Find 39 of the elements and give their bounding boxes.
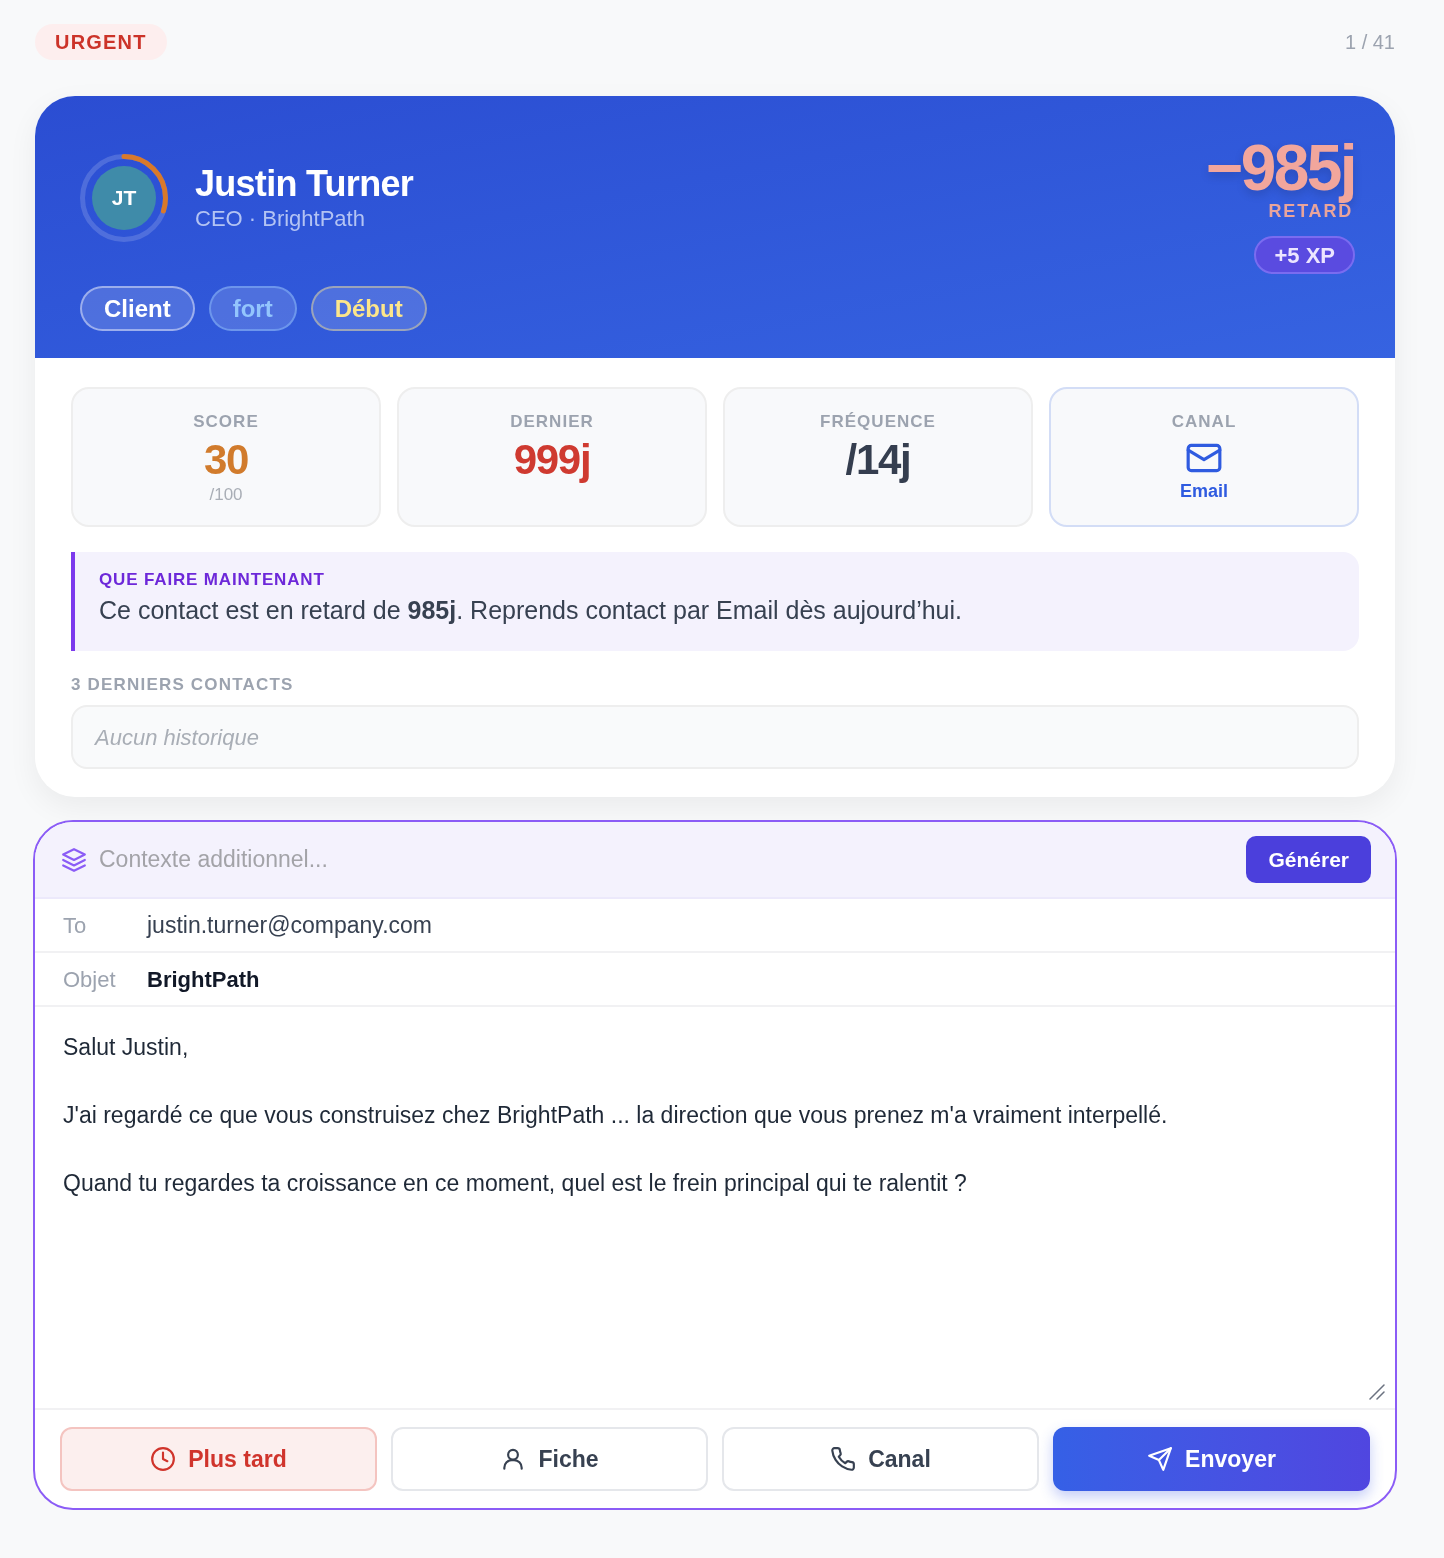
stat-label: FRÉQUENCE: [820, 411, 936, 433]
stat-label: DERNIER: [510, 411, 594, 433]
field-label: To: [63, 911, 88, 940]
stat-subvalue: /100: [209, 485, 243, 505]
empty-history-text: Aucun historique: [95, 723, 259, 752]
advice-title: QUE FAIRE MAINTENANT: [99, 569, 326, 591]
later-button[interactable]: Plus tard: [60, 1427, 377, 1491]
recipient-field[interactable]: justin.turner@company.com: [147, 907, 1367, 943]
urgent-badge: URGENT: [35, 24, 167, 60]
layers-icon: [61, 846, 87, 873]
page-counter: 1 / 41: [1344, 30, 1395, 55]
send-button[interactable]: Envoyer: [1053, 1427, 1370, 1491]
tag-label: fort: [232, 294, 273, 323]
stat-value: /14j: [845, 435, 911, 485]
contact-name: Justin Turner: [195, 163, 413, 205]
clock-icon: [150, 1446, 177, 1472]
history-title: 3 DERNIERS CONTACTS: [71, 674, 295, 696]
message-body-field[interactable]: Salut Justin, J'ai regardé ce que vous construisez chez BrightPath ... la direction que vous prenez m'a vraiment interpellé. Quand tu regardes ta croissance en ce moment, quel est le frein principal qui te ralentit ?: [35, 1007, 1395, 1408]
stat-value: 999j: [513, 435, 591, 485]
tag-label: Début: [334, 294, 403, 323]
profile-button[interactable]: Fiche: [391, 1427, 708, 1491]
generate-button[interactable]: Générer: [1246, 836, 1371, 883]
contact-subtitle: CEO · BrightPath: [195, 205, 366, 233]
stat-label: CANAL: [1171, 411, 1237, 433]
resize-handle-icon[interactable]: [1369, 1384, 1385, 1400]
stat-label: SCORE: [193, 411, 259, 433]
channel-value: Email: [1180, 480, 1228, 503]
field-label: Objet: [63, 965, 117, 994]
tag-label: Client: [104, 294, 171, 323]
send-icon: [1147, 1446, 1174, 1472]
xp-badge: +5 XP: [1254, 236, 1355, 274]
avatar: JT: [92, 166, 156, 230]
call-button[interactable]: Canal: [722, 1427, 1039, 1491]
stat-value: 30: [203, 435, 249, 485]
subject-field[interactable]: BrightPath: [147, 962, 1367, 996]
context-bar[interactable]: Contexte additionnel... Générer: [35, 822, 1395, 899]
context-input[interactable]: Contexte additionnel...: [99, 842, 1247, 877]
advice-text: Ce contact est en retard de 985j. Reprends contact par Email dès aujourd’hui.: [99, 595, 964, 626]
phone-icon: [830, 1446, 857, 1472]
